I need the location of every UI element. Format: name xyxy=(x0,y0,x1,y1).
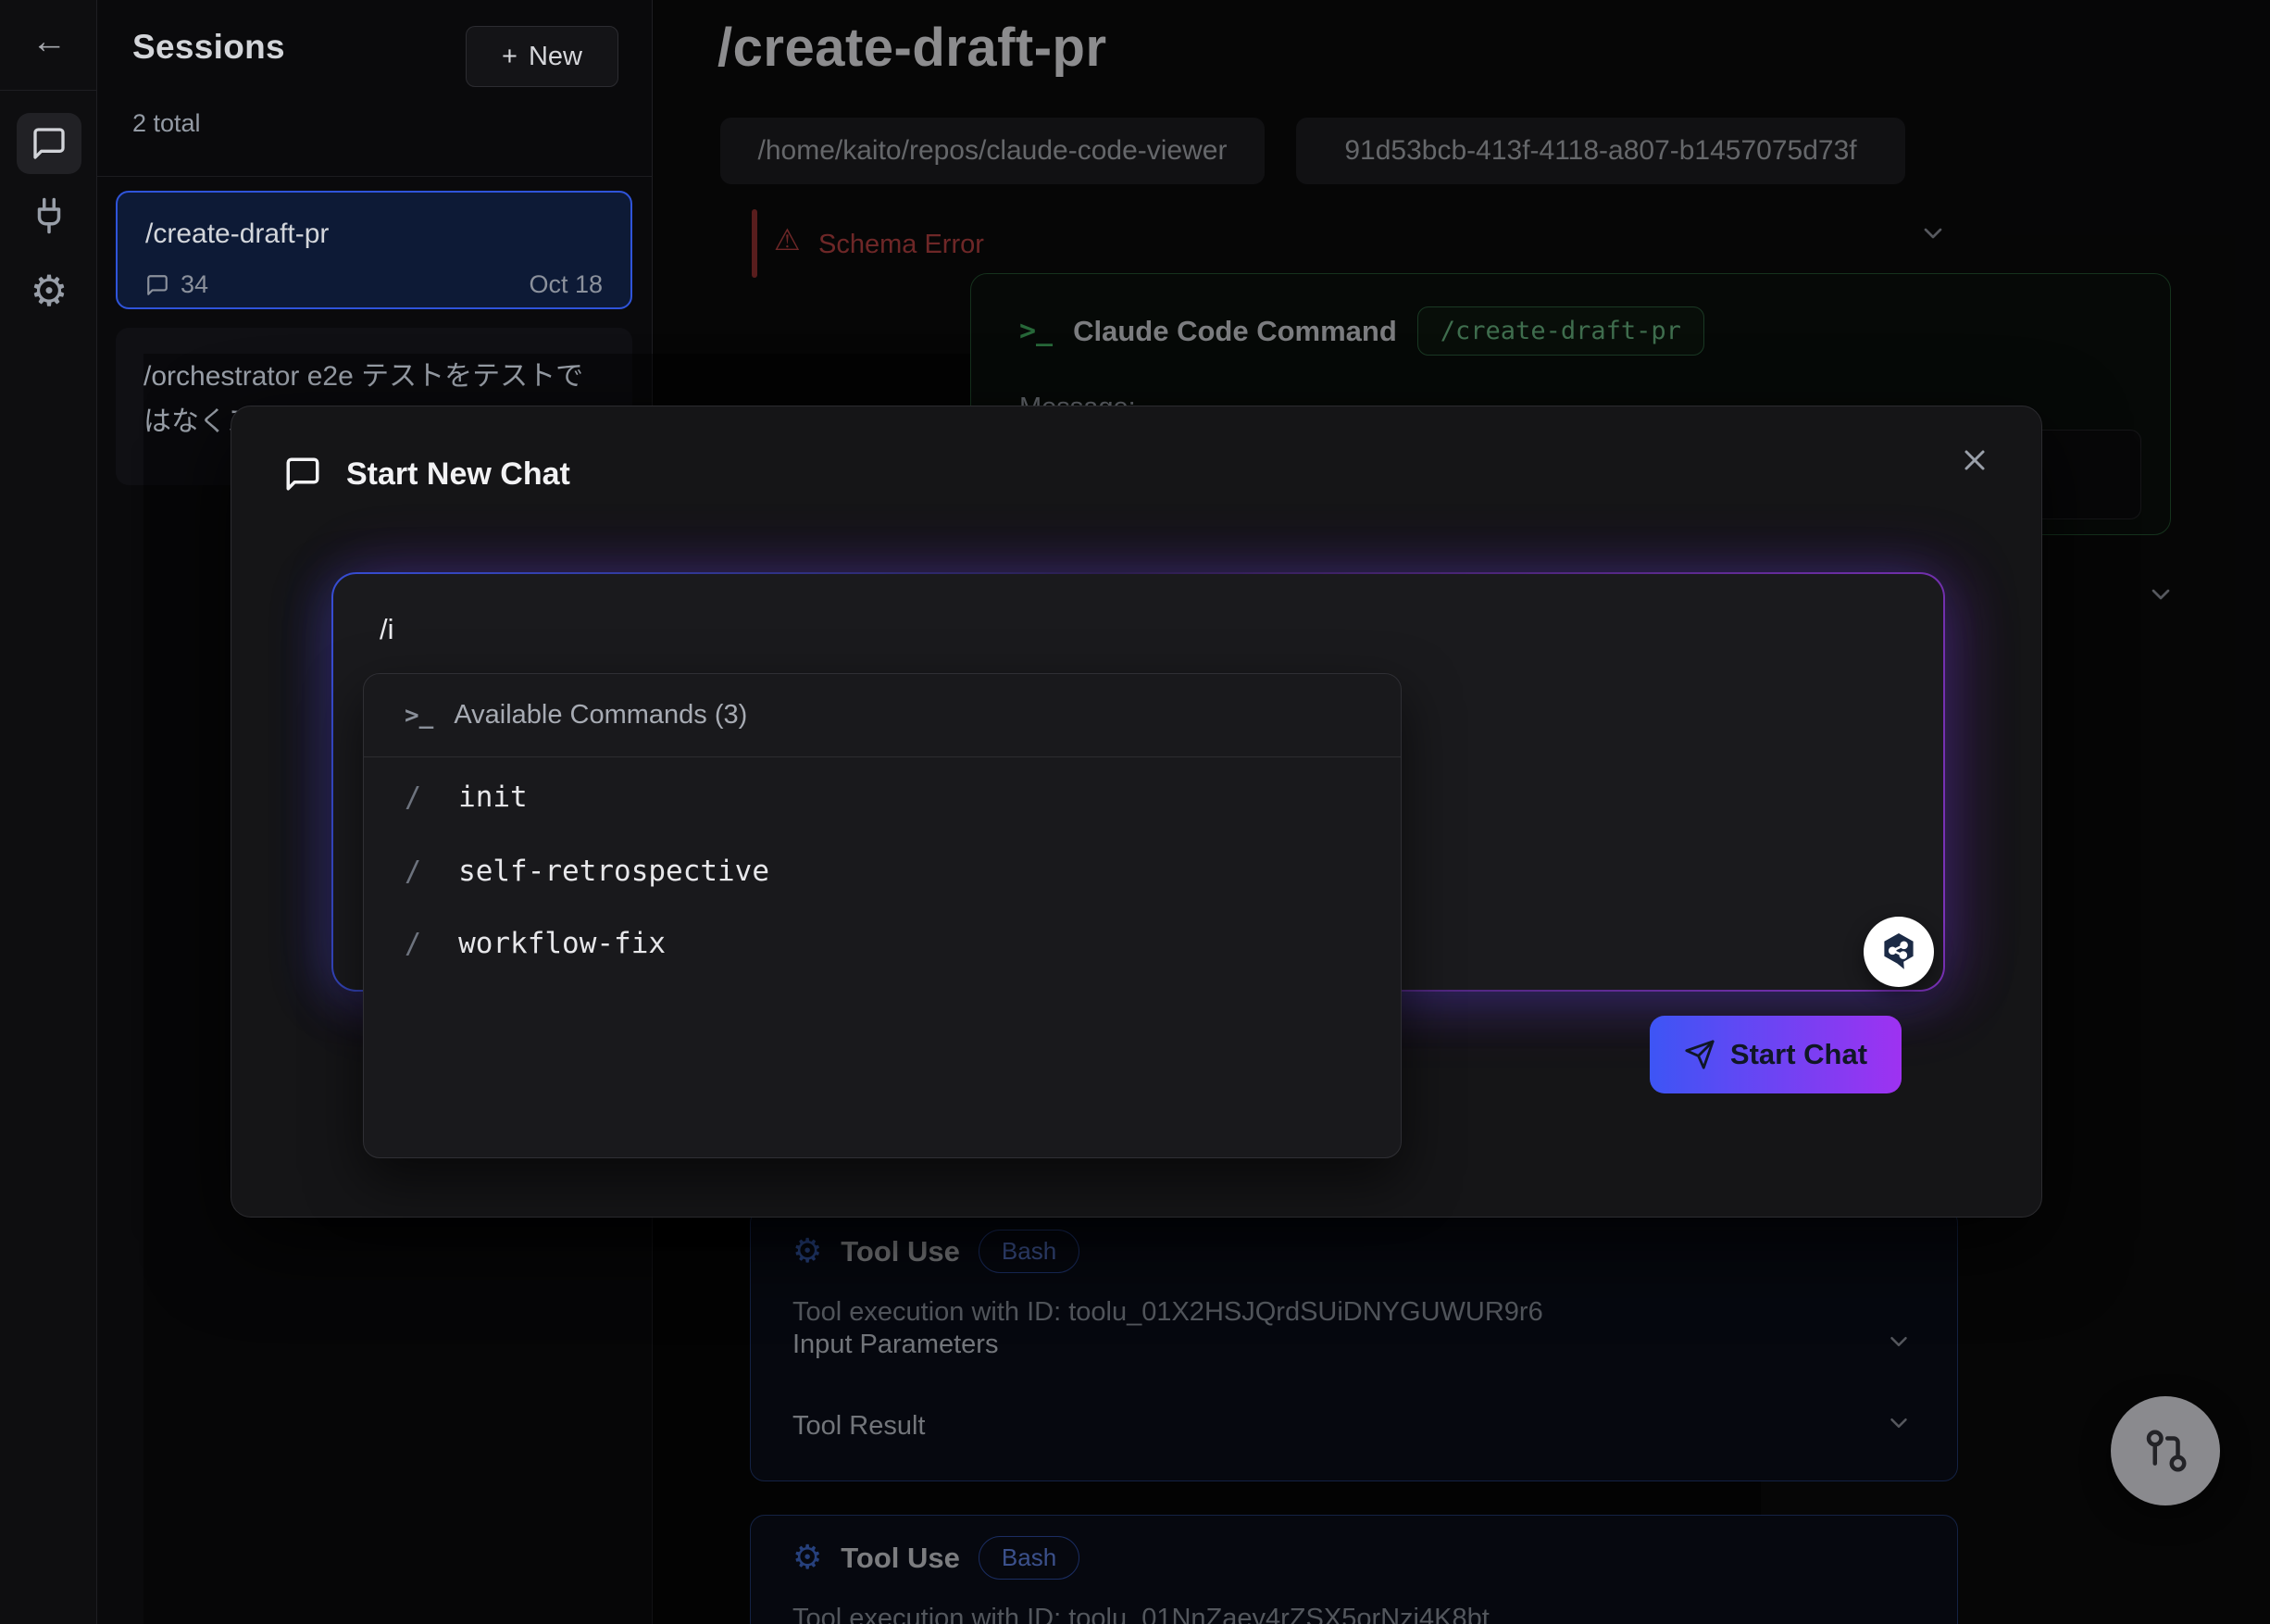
available-commands-header: Available Commands (3) xyxy=(454,700,747,731)
new-session-button[interactable]: + New xyxy=(466,26,618,87)
session-card-create-draft-pr[interactable]: /create-draft-pr 34 Oct 18 xyxy=(116,191,632,309)
dropdown-divider xyxy=(364,756,1401,757)
session-date: Oct 18 xyxy=(529,270,603,299)
message-input-value: /i xyxy=(380,613,394,646)
back-button[interactable]: ← xyxy=(28,20,70,63)
close-icon xyxy=(1958,443,1991,477)
sessions-divider xyxy=(97,176,653,177)
chat-bubble-icon xyxy=(283,455,322,493)
rail-divider xyxy=(0,90,97,91)
back-arrow-icon: ← xyxy=(31,22,67,62)
command-option-init[interactable]: / init xyxy=(405,781,528,814)
session-meta: 34 Oct 18 xyxy=(145,270,603,299)
plug-icon xyxy=(30,196,69,235)
message-count: 34 xyxy=(181,270,208,299)
app-screen: ← ⚙ Sessions + New 2 total /create-draft… xyxy=(0,0,2270,1624)
session-title: /create-draft-pr xyxy=(145,219,603,250)
commands-dropdown: >_ Available Commands (3) / init / self-… xyxy=(363,673,1402,1158)
plus-icon: + xyxy=(502,42,518,72)
command-option-workflow-fix[interactable]: / workflow-fix xyxy=(405,927,666,960)
hexagon-chat-logo-badge[interactable] xyxy=(1864,917,1934,987)
new-session-label: New xyxy=(529,42,582,72)
terminal-icon: >_ xyxy=(405,702,433,730)
start-chat-label: Start Chat xyxy=(1730,1038,1867,1071)
sessions-title: Sessions xyxy=(132,28,285,67)
start-chat-button[interactable]: Start Chat xyxy=(1650,1016,1902,1093)
sessions-count: 2 total xyxy=(132,109,201,138)
message-count-icon xyxy=(145,273,169,297)
chat-bubble-icon xyxy=(31,125,68,162)
nav-sessions-active[interactable] xyxy=(17,113,81,174)
command-option-self-retrospective[interactable]: / self-retrospective xyxy=(405,855,769,888)
hexagon-share-icon xyxy=(1877,930,1921,974)
icon-rail: ← ⚙ xyxy=(0,0,97,1624)
close-button[interactable] xyxy=(1954,440,1995,481)
git-pull-request-icon xyxy=(2140,1426,2190,1476)
nav-settings[interactable]: ⚙ xyxy=(17,265,81,317)
nav-mcp[interactable] xyxy=(17,190,81,242)
modal-title: Start New Chat xyxy=(346,456,570,493)
send-icon xyxy=(1684,1039,1715,1070)
start-new-chat-modal: Start New Chat /i >_ Available Commands … xyxy=(231,406,2042,1218)
git-fab-button[interactable] xyxy=(2111,1396,2220,1505)
settings-gear-icon: ⚙ xyxy=(30,266,68,316)
